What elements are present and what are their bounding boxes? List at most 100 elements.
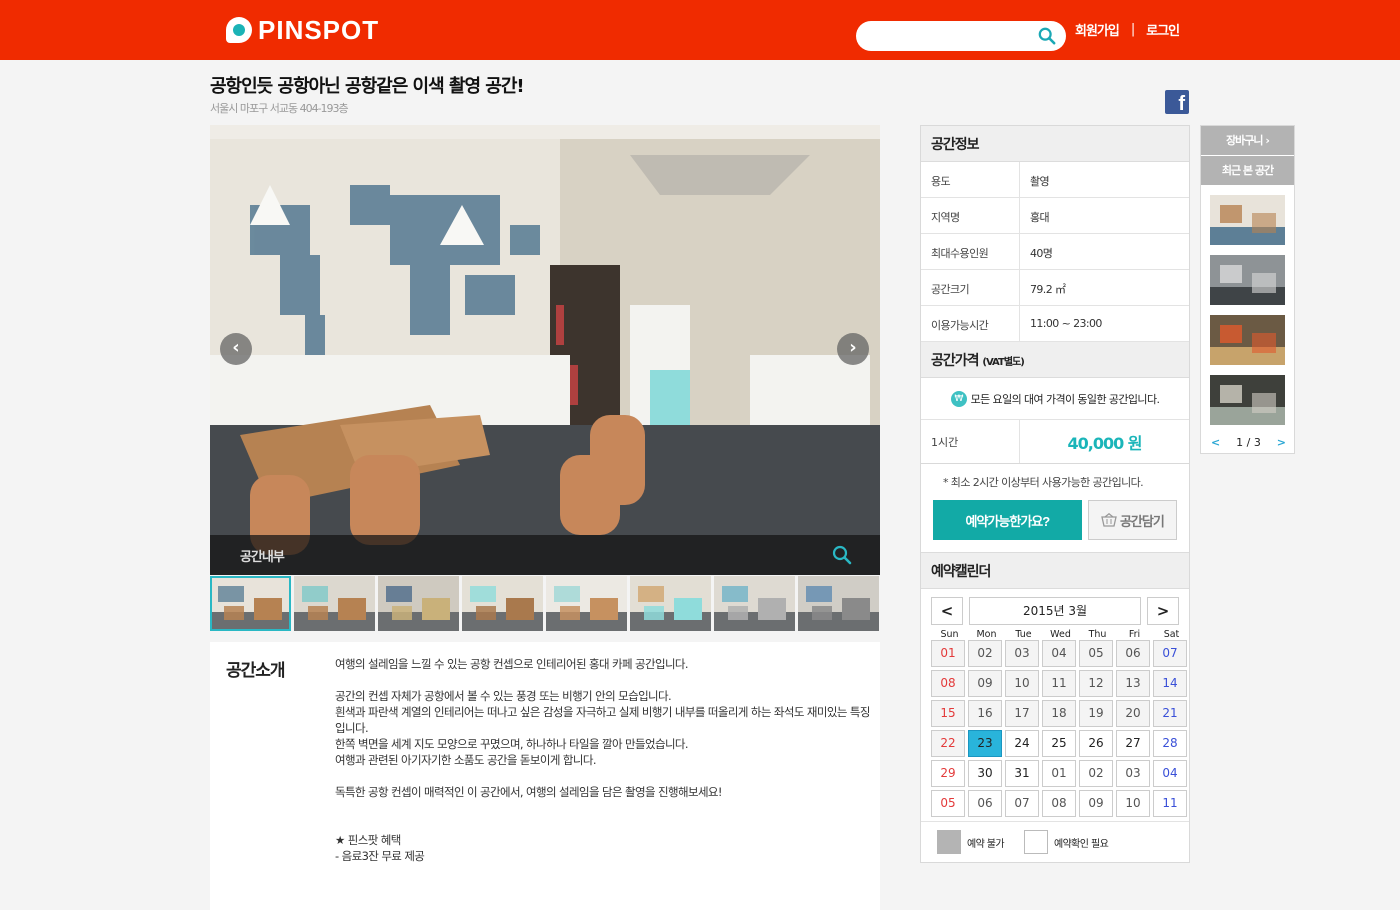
gallery-thumbnail[interactable] [714,576,795,631]
gallery-thumbnail[interactable] [294,576,375,631]
calendar-day[interactable]: 01 [931,640,965,667]
calendar-day[interactable]: 10 [1005,670,1039,697]
calendar-day[interactable]: 02 [1079,760,1113,787]
calendar-day[interactable]: 30 [968,760,1002,787]
legend-label: 예약확인 필요 [1053,838,1109,850]
calendar-day[interactable]: 03 [1005,640,1039,667]
calendar-day[interactable]: 13 [1116,670,1150,697]
intro-paragraph [335,672,870,688]
calendar-day[interactable]: 22 [931,730,965,757]
add-to-cart-button[interactable]: 공간담기 [1087,500,1177,540]
calendar-heading: 예약캘린더 [921,553,1189,589]
recent-space-thumbnail[interactable] [1210,195,1285,245]
calendar-day[interactable]: 21 [1153,700,1187,727]
pinspot-logo[interactable]: PINSPOT [226,15,379,45]
calendar-day[interactable]: 05 [1079,640,1113,667]
recent-space-photo [1210,315,1285,365]
calendar-day[interactable]: 06 [1116,640,1150,667]
calendar-days: 01 02 03 04 05 06 07 08 09 10 11 12 13 14 15 16 17 18 19 20… [931,640,1187,817]
calendar-day[interactable]: 08 [1042,790,1076,817]
calendar-day[interactable]: 25 [1042,730,1076,757]
recent-spaces-list [1201,185,1294,425]
calendar-day[interactable]: 12 [1079,670,1113,697]
recent-space-thumbnail[interactable] [1210,375,1285,425]
gallery-caption: 공간내부 [240,550,285,565]
info-row: 지역명 홍대 [921,198,1189,234]
signup-link[interactable]: 회원가입 [1075,20,1120,39]
gallery-prev-button[interactable]: ‹ [220,333,252,365]
gallery-thumbnail[interactable] [630,576,711,631]
calendar-day[interactable]: 17 [1005,700,1039,727]
calendar-day[interactable]: 15 [931,700,965,727]
calendar-day[interactable]: 14 [1153,670,1187,697]
calendar-day[interactable]: 19 [1079,700,1113,727]
calendar-day[interactable]: 29 [931,760,965,787]
calendar-day[interactable]: 10 [1116,790,1150,817]
search-icon[interactable] [1038,27,1056,45]
reserve-button[interactable]: 예약가능한가요? [933,500,1082,540]
calendar-next-button[interactable]: > [1147,597,1179,625]
minimum-hours-note: * 최소 2시간 이상부터 사용가능한 공간입니다. [943,476,1144,489]
calendar-day[interactable]: 26 [1079,730,1113,757]
gallery-next-button[interactable]: › [837,333,869,365]
calendar-day[interactable]: 28 [1153,730,1187,757]
calendar-day[interactable]: 01 [1042,760,1076,787]
gallery-thumbnail[interactable] [546,576,627,631]
facebook-share-icon[interactable]: f [1165,90,1189,114]
basket-icon [1101,513,1117,527]
login-link[interactable]: 로그인 [1146,20,1180,39]
calendar-day[interactable]: 06 [968,790,1002,817]
weekday-label: Thu [1088,629,1107,640]
info-value: 11:00 ~ 23:00 [1030,317,1102,330]
calendar-day[interactable]: 07 [1005,790,1039,817]
info-value: 촬영 [1030,175,1050,188]
calendar-day[interactable]: 27 [1116,730,1150,757]
logo-text: PINSPOT [258,14,380,45]
recent-page-indicator: 1 / 3 [1236,436,1261,449]
calendar-day[interactable]: 24 [1005,730,1039,757]
vat-note: (VAT별도) [982,357,1024,368]
calendar-day[interactable]: 02 [968,640,1002,667]
calendar-day[interactable]: 08 [931,670,965,697]
calendar-day[interactable]: 05 [931,790,965,817]
pin-logo-icon [226,17,252,43]
calendar-day[interactable]: 16 [968,700,1002,727]
recent-prev-button[interactable]: < [1211,436,1220,449]
search-input[interactable] [870,27,1030,45]
recent-space-thumbnail[interactable] [1210,315,1285,365]
calendar-day[interactable]: 11 [1153,790,1187,817]
calendar-day[interactable]: 09 [1079,790,1113,817]
calendar-day[interactable]: 23 [968,730,1002,757]
recent-next-button[interactable]: > [1277,436,1286,449]
cart-link[interactable]: 장바구니 › [1201,126,1294,156]
info-row: 용도 촬영 [921,162,1189,198]
cart-link-label: 장바구니 [1226,134,1263,147]
info-row: 최대수용인원 40명 [921,234,1189,270]
thumbnail-photo [462,576,543,631]
gallery-thumbnail[interactable] [378,576,459,631]
calendar-day[interactable]: 18 [1042,700,1076,727]
weekday-label: Tue [1015,629,1032,640]
auth-links: 회원가입 | 로그인 [1075,20,1180,39]
calendar-day[interactable]: 04 [1153,760,1187,787]
calendar-day[interactable]: 07 [1153,640,1187,667]
thumbnail-photo [210,576,291,631]
calendar-day[interactable]: 31 [1005,760,1039,787]
gallery-thumbnail[interactable] [462,576,543,631]
calendar-day[interactable]: 03 [1116,760,1150,787]
space-info-heading: 공간정보 [921,126,1189,162]
right-rail: 장바구니 › 최근 본 공간 < 1 / 3 > [1200,125,1295,454]
gallery-thumbnail[interactable] [210,576,291,631]
pricing-notice-text: 모든 요일의 대여 가격이 동일한 공간입니다. [970,392,1160,406]
calendar-day[interactable]: 04 [1042,640,1076,667]
intro-body: 여행의 설레임을 느낄 수 있는 공항 컨셉으로 인테리어된 홍대 카페 공간입… [335,656,870,864]
space-info-table: 용도 촬영 지역명 홍대 최대수용인원 40명 공간크기 79.2 ㎡ 이용가능시간 11:00 … [921,162,1189,342]
zoom-icon[interactable] [832,545,852,565]
gallery-thumbnail[interactable] [798,576,879,631]
calendar-day[interactable]: 20 [1116,700,1150,727]
calendar-day[interactable]: 09 [968,670,1002,697]
calendar-prev-button[interactable]: < [931,597,963,625]
recent-space-thumbnail[interactable] [1210,255,1285,305]
calendar-month: 2015년 3월 [969,597,1141,625]
calendar-day[interactable]: 11 [1042,670,1076,697]
